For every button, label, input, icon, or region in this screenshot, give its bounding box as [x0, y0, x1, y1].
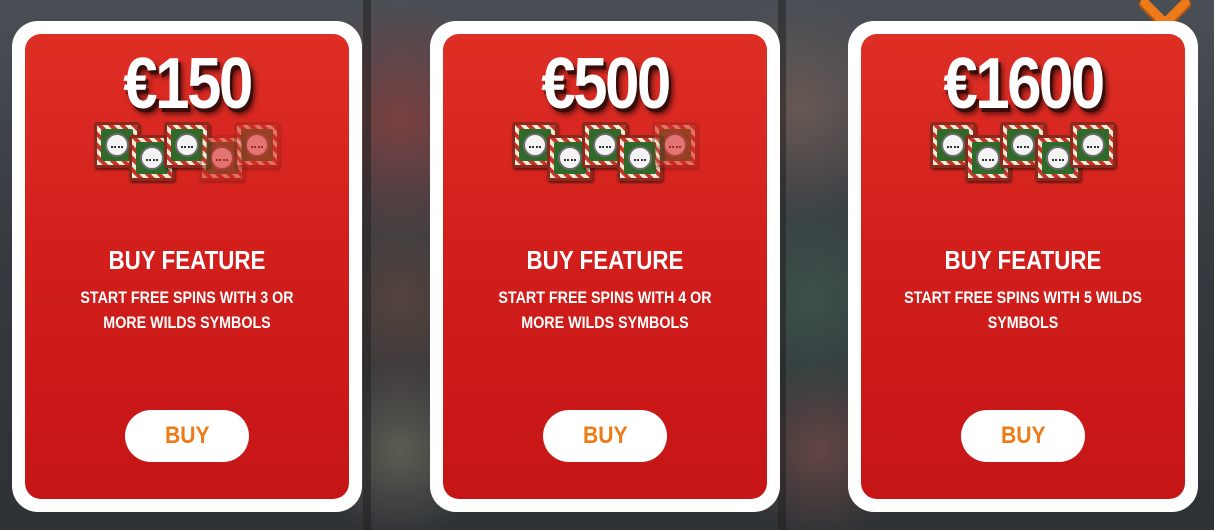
wild-symbol-icon: [1070, 122, 1116, 168]
buy-button[interactable]: BUY: [961, 410, 1085, 462]
feature-card-1: €150 BUY FEATURE START FREE SPINS WITH 3…: [12, 21, 362, 512]
buy-button-label: BUY: [164, 422, 210, 449]
card-price: €1600: [943, 44, 1105, 124]
feature-card-panel: €1600 BUY FEATURE START FREE SPINS WITH …: [861, 34, 1185, 499]
card-price: €500: [541, 44, 671, 124]
buy-button[interactable]: BUY: [543, 410, 667, 462]
wild-symbols-row: [443, 122, 767, 182]
card-description: START FREE SPINS WITH 4 OR MORE WILDS SY…: [498, 288, 712, 332]
feature-card-2: €500 BUY FEATURE START FREE SPINS WITH 4…: [430, 21, 780, 512]
buy-button-label: BUY: [582, 422, 628, 449]
wild-symbol-icon: [652, 122, 698, 168]
feature-card-panel: €150 BUY FEATURE START FREE SPINS WITH 3…: [25, 34, 349, 499]
feature-card-3: €1600 BUY FEATURE START FREE SPINS WITH …: [848, 21, 1198, 512]
card-description: START FREE SPINS WITH 5 WILDS SYMBOLS: [904, 288, 1142, 332]
wild-symbol-icon: [234, 122, 280, 168]
wild-symbols-row: [861, 122, 1185, 182]
buy-button-label: BUY: [1000, 422, 1046, 449]
card-title: BUY FEATURE: [526, 245, 684, 275]
card-description: START FREE SPINS WITH 3 OR MORE WILDS SY…: [80, 288, 294, 332]
card-price: €150: [123, 44, 253, 124]
card-title: BUY FEATURE: [108, 245, 266, 275]
card-title: BUY FEATURE: [944, 245, 1102, 275]
wild-symbols-row: [25, 122, 349, 182]
buy-button[interactable]: BUY: [125, 410, 249, 462]
reel-divider: [363, 0, 371, 530]
feature-card-panel: €500 BUY FEATURE START FREE SPINS WITH 4…: [443, 34, 767, 499]
